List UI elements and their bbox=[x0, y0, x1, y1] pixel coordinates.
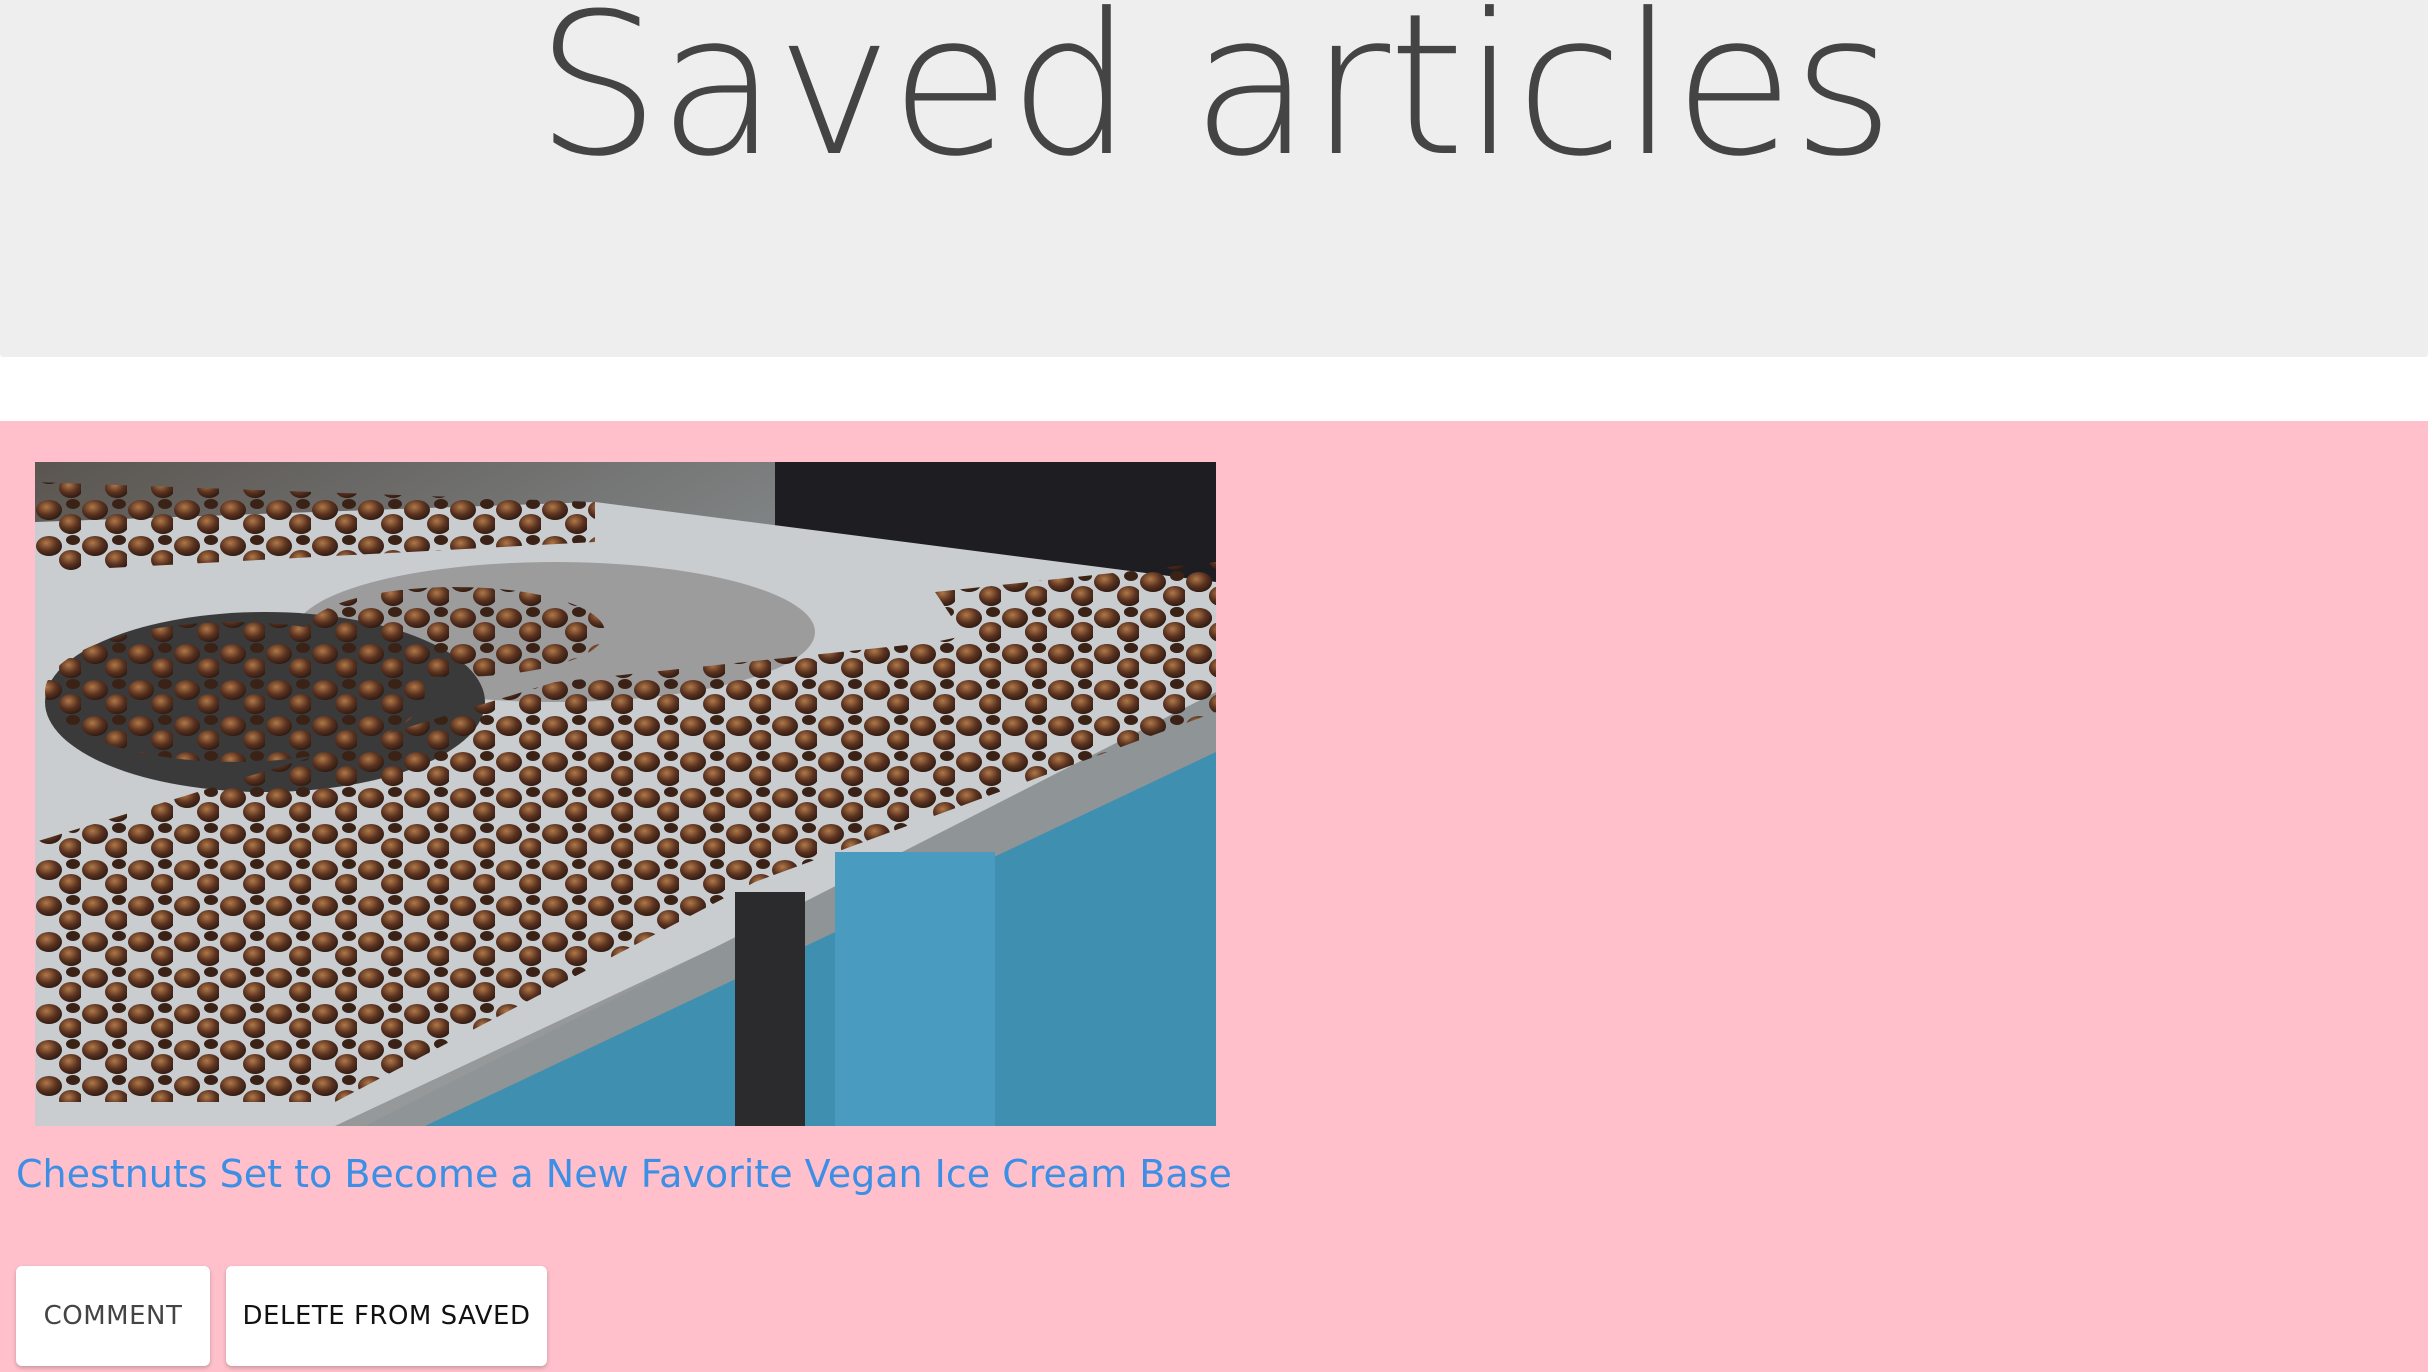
header-spacer bbox=[0, 357, 2428, 421]
page-header: Saved articles bbox=[0, 0, 2428, 357]
article-image[interactable] bbox=[35, 462, 1216, 1126]
article-title-link[interactable]: Chestnuts Set to Become a New Favorite V… bbox=[16, 1149, 1232, 1199]
article-card: Chestnuts Set to Become a New Favorite V… bbox=[0, 421, 1240, 1372]
page-title: Saved articles bbox=[535, 0, 1895, 200]
delete-from-saved-button[interactable]: DELETE FROM SAVED bbox=[226, 1266, 547, 1366]
comment-button[interactable]: COMMENT bbox=[16, 1266, 210, 1366]
roasted-chestnuts-photo bbox=[35, 462, 1216, 1126]
saved-articles-list: Chestnuts Set to Become a New Favorite V… bbox=[0, 421, 2428, 1372]
